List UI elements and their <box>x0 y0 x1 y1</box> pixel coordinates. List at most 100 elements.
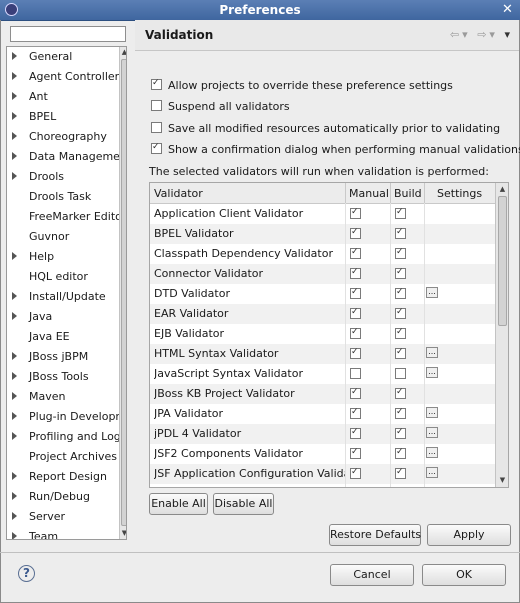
tree-item[interactable]: Team <box>7 527 119 539</box>
tree-item[interactable]: BPEL <box>7 107 119 127</box>
scroll-up-icon[interactable]: ▲ <box>121 47 126 57</box>
manual-checkbox[interactable] <box>350 426 361 439</box>
manual-checkbox[interactable] <box>350 246 361 259</box>
build-checkbox[interactable] <box>395 466 406 479</box>
settings-button[interactable]: ... <box>426 467 438 478</box>
settings-button[interactable]: ... <box>426 407 438 418</box>
scroll-thumb[interactable] <box>498 196 507 326</box>
build-checkbox[interactable] <box>395 446 406 459</box>
build-checkbox[interactable] <box>395 306 406 319</box>
settings-button[interactable]: ... <box>426 447 438 458</box>
table-row[interactable]: EAR Validator <box>150 304 495 324</box>
expand-arrow-icon[interactable] <box>12 352 17 360</box>
expand-arrow-icon[interactable] <box>12 112 17 120</box>
build-checkbox[interactable] <box>395 368 406 379</box>
view-menu-icon[interactable]: ▾ <box>504 28 513 41</box>
tree-item[interactable]: Project Archives <box>7 447 119 467</box>
table-row[interactable]: JSF2 Components Validator... <box>150 444 495 464</box>
expand-arrow-icon[interactable] <box>12 172 17 180</box>
expand-arrow-icon[interactable] <box>12 532 17 539</box>
table-row[interactable]: Classpath Dependency Validator <box>150 244 495 264</box>
expand-arrow-icon[interactable] <box>12 392 17 400</box>
tree-item[interactable]: Choreography <box>7 127 119 147</box>
table-vertical-scrollbar[interactable]: ▲ ▼ <box>495 183 508 487</box>
tree-item[interactable]: Java EE <box>7 327 119 347</box>
table-row[interactable]: DTD Validator... <box>150 284 495 304</box>
disable-all-button[interactable]: Disable All <box>213 493 274 515</box>
back-icon[interactable]: ⇦▾ <box>450 28 471 41</box>
manual-checkbox[interactable] <box>350 306 361 319</box>
cancel-button[interactable]: Cancel <box>330 564 414 586</box>
tree-item[interactable]: Run/Debug <box>7 487 119 507</box>
table-row[interactable]: JBoss KB Project Validator <box>150 384 495 404</box>
scroll-down-icon[interactable]: ▼ <box>121 528 126 538</box>
build-checkbox[interactable] <box>395 346 406 359</box>
manual-checkbox[interactable] <box>350 466 361 479</box>
table-row[interactable]: jPDL 4 Validator... <box>150 424 495 444</box>
settings-button[interactable]: ... <box>426 367 438 378</box>
tree-vertical-scrollbar[interactable]: ▲ ▼ <box>119 47 126 539</box>
build-checkbox[interactable] <box>395 386 406 399</box>
table-row[interactable]: Application Client Validator <box>150 204 495 224</box>
tree-item[interactable]: Drools <box>7 167 119 187</box>
expand-arrow-icon[interactable] <box>12 472 17 480</box>
table-row[interactable]: BPEL Validator <box>150 224 495 244</box>
expand-arrow-icon[interactable] <box>12 132 17 140</box>
manual-checkbox[interactable] <box>350 226 361 239</box>
build-checkbox[interactable] <box>395 246 406 259</box>
col-settings[interactable]: Settings <box>437 187 482 200</box>
expand-arrow-icon[interactable] <box>12 92 17 100</box>
manual-checkbox[interactable] <box>350 368 361 379</box>
expand-arrow-icon[interactable] <box>12 492 17 500</box>
tree-item[interactable]: Plug-in Development <box>7 407 119 427</box>
expand-arrow-icon[interactable] <box>12 152 17 160</box>
build-checkbox[interactable] <box>395 326 406 339</box>
manual-checkbox[interactable] <box>350 206 361 219</box>
table-row[interactable]: Connector Validator <box>150 264 495 284</box>
scroll-down-icon[interactable]: ▼ <box>499 475 506 485</box>
expand-arrow-icon[interactable] <box>12 252 17 260</box>
restore-defaults-button[interactable]: Restore Defaults <box>329 524 421 546</box>
expand-arrow-icon[interactable] <box>12 312 17 320</box>
scroll-thumb[interactable] <box>121 59 126 526</box>
tree-item[interactable]: Ant <box>7 87 119 107</box>
expand-arrow-icon[interactable] <box>12 432 17 440</box>
table-row[interactable]: HTML Syntax Validator... <box>150 344 495 364</box>
manual-checkbox[interactable] <box>350 406 361 419</box>
tree-item[interactable]: Server <box>7 507 119 527</box>
manual-checkbox[interactable] <box>350 446 361 459</box>
build-checkbox[interactable] <box>395 286 406 299</box>
checkbox[interactable] <box>151 122 162 133</box>
scroll-up-icon[interactable]: ▲ <box>499 184 506 194</box>
tree-item[interactable]: FreeMarker Editor <box>7 207 119 227</box>
checkbox[interactable] <box>151 141 162 154</box>
apply-button[interactable]: Apply <box>427 524 511 546</box>
filter-input[interactable] <box>10 26 126 42</box>
table-row[interactable]: JPA Validator... <box>150 404 495 424</box>
forward-icon[interactable]: ⇨▾ <box>477 28 498 41</box>
expand-arrow-icon[interactable] <box>12 512 17 520</box>
col-validator[interactable]: Validator <box>154 187 203 200</box>
manual-checkbox[interactable] <box>350 286 361 299</box>
expand-arrow-icon[interactable] <box>12 412 17 420</box>
tree-item[interactable]: JBoss jBPM <box>7 347 119 367</box>
table-row[interactable]: JSF Application Configuration Validator.… <box>150 464 495 484</box>
ok-button[interactable]: OK <box>422 564 506 586</box>
option-checkbox-row[interactable]: Save all modified resources automaticall… <box>151 122 500 138</box>
tree-item[interactable]: JBoss Tools <box>7 367 119 387</box>
tree-item[interactable]: Maven <box>7 387 119 407</box>
expand-arrow-icon[interactable] <box>12 52 17 60</box>
table-row[interactable]: ... <box>150 484 495 487</box>
tree-item[interactable]: Data Management <box>7 147 119 167</box>
table-row[interactable]: EJB Validator <box>150 324 495 344</box>
col-build[interactable]: Build <box>394 187 422 200</box>
tree-item[interactable]: Drools Task <box>7 187 119 207</box>
settings-button[interactable]: ... <box>426 427 438 438</box>
tree-item[interactable]: Help <box>7 247 119 267</box>
help-icon[interactable]: ? <box>18 565 35 582</box>
manual-checkbox[interactable] <box>350 386 361 399</box>
expand-arrow-icon[interactable] <box>12 292 17 300</box>
tree-item[interactable]: Agent Controller <box>7 67 119 87</box>
checkbox[interactable] <box>151 100 162 111</box>
manual-checkbox[interactable] <box>350 266 361 279</box>
